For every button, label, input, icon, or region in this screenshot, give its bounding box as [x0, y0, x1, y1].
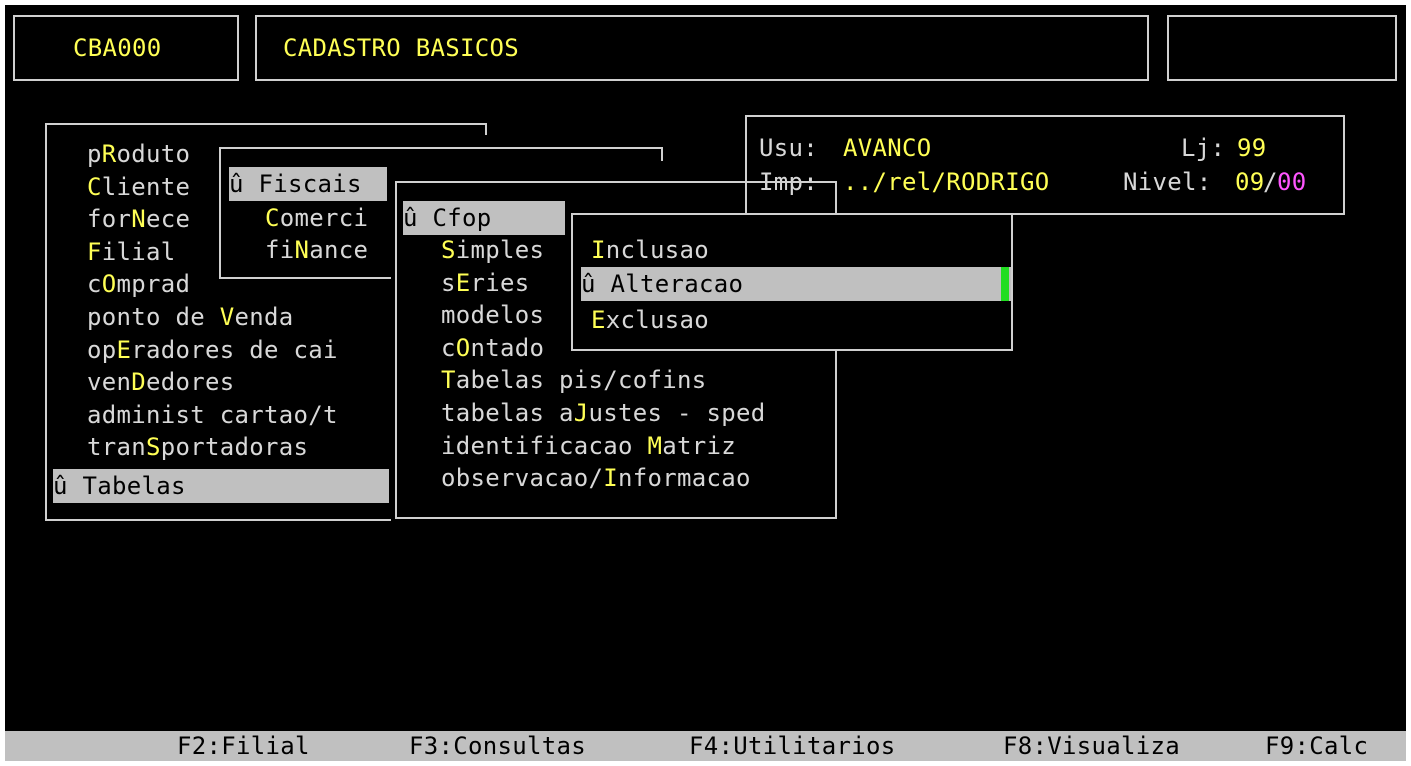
text-cursor — [1001, 267, 1009, 301]
main-menu-item[interactable]: forNece — [87, 202, 190, 236]
fkey-f9[interactable]: F9:Calc — [1265, 729, 1368, 761]
fkey-f4[interactable]: F4:Utilitarios — [689, 729, 896, 761]
tabelas-menu-corner — [661, 147, 663, 161]
nivel-separator: / — [1263, 168, 1278, 196]
main-menu-item[interactable]: Filial — [87, 235, 176, 269]
fkey-f3[interactable]: F3:Consultas — [409, 729, 586, 761]
fkey-f8[interactable]: F8:Visualiza — [1003, 729, 1180, 761]
main-menu-item[interactable]: venDedores — [87, 365, 235, 399]
fiscais-menu-item[interactable]: sEries — [441, 266, 530, 300]
header-empty-box — [1167, 15, 1397, 81]
main-menu-selected-label: û Tabelas — [53, 472, 186, 500]
fiscais-menu-top-left — [395, 181, 737, 183]
main-menu-item[interactable]: administ cartao/t — [87, 398, 338, 432]
cfop-menu-item[interactable]: Inclusao — [591, 233, 709, 267]
program-code-box: CBA000 — [13, 15, 239, 81]
lj-value: 99 — [1237, 134, 1267, 162]
tabelas-menu-selected[interactable]: û Fiscais — [229, 167, 387, 201]
nivel-value-a: 09 — [1235, 168, 1265, 196]
program-title-box: CADASTRO BASICOS — [255, 15, 1149, 81]
fiscais-menu-item[interactable]: observacao/Informacao — [441, 461, 751, 495]
program-title: CADASTRO BASICOS — [283, 34, 519, 62]
main-menu-item[interactable]: Cliente — [87, 170, 190, 204]
program-code: CBA000 — [73, 34, 162, 62]
fiscais-menu-item[interactable]: cOntado — [441, 331, 544, 365]
usu-value: AVANCO — [843, 134, 932, 162]
fiscais-menu-item[interactable]: identificacao Matriz — [441, 429, 736, 463]
usu-label: Usu: — [759, 134, 818, 162]
fiscais-menu-selected-label: û Cfop — [403, 204, 492, 232]
main-menu-item[interactable]: cOmprad — [87, 267, 190, 301]
lj-label: Lj: — [1181, 134, 1226, 162]
main-menu-corner — [485, 123, 487, 135]
main-menu-selected[interactable]: û Tabelas — [53, 469, 389, 503]
tabelas-menu-item[interactable]: fiNance — [265, 233, 368, 267]
nivel-value-b: 00 — [1277, 168, 1307, 196]
main-menu-item[interactable]: tranSportadoras — [87, 430, 308, 464]
tabelas-menu-top-border — [219, 147, 663, 149]
main-menu-item[interactable]: opEradores de cai — [87, 333, 338, 367]
terminal-screen: CBA000 CADASTRO BASICOS Usu: AVANCO Lj: … — [5, 5, 1406, 761]
fkey-f2[interactable]: F2:Filial — [177, 729, 310, 761]
tabelas-menu-selected-label: û Fiscais — [229, 170, 362, 198]
cfop-menu-item[interactable]: Exclusao — [591, 303, 709, 337]
fiscais-menu-item[interactable]: Tabelas pis/cofins — [441, 363, 707, 397]
fiscais-menu-selected[interactable]: û Cfop — [403, 201, 565, 235]
tabelas-menu-item[interactable]: Comerci — [265, 201, 368, 235]
cfop-menu-selected-label: û Alteracao — [581, 270, 744, 298]
fiscais-menu-item[interactable]: tabelas aJustes - sped — [441, 396, 766, 430]
main-menu-item[interactable]: pRoduto — [87, 137, 190, 171]
cfop-menu-selected[interactable]: û Alteracao — [581, 267, 1011, 301]
nivel-label: Nivel: — [1123, 168, 1212, 196]
imp-value: ../rel/RODRIGO — [843, 168, 1050, 196]
main-menu-item[interactable]: ponto de Venda — [87, 300, 294, 334]
main-menu-top-border — [45, 123, 487, 125]
fiscais-menu-item[interactable]: modelos — [441, 298, 544, 332]
function-key-bar: F2:Filial F3:Consultas F4:Utilitarios F8… — [5, 731, 1406, 761]
fiscais-menu-item[interactable]: Simples — [441, 233, 544, 267]
